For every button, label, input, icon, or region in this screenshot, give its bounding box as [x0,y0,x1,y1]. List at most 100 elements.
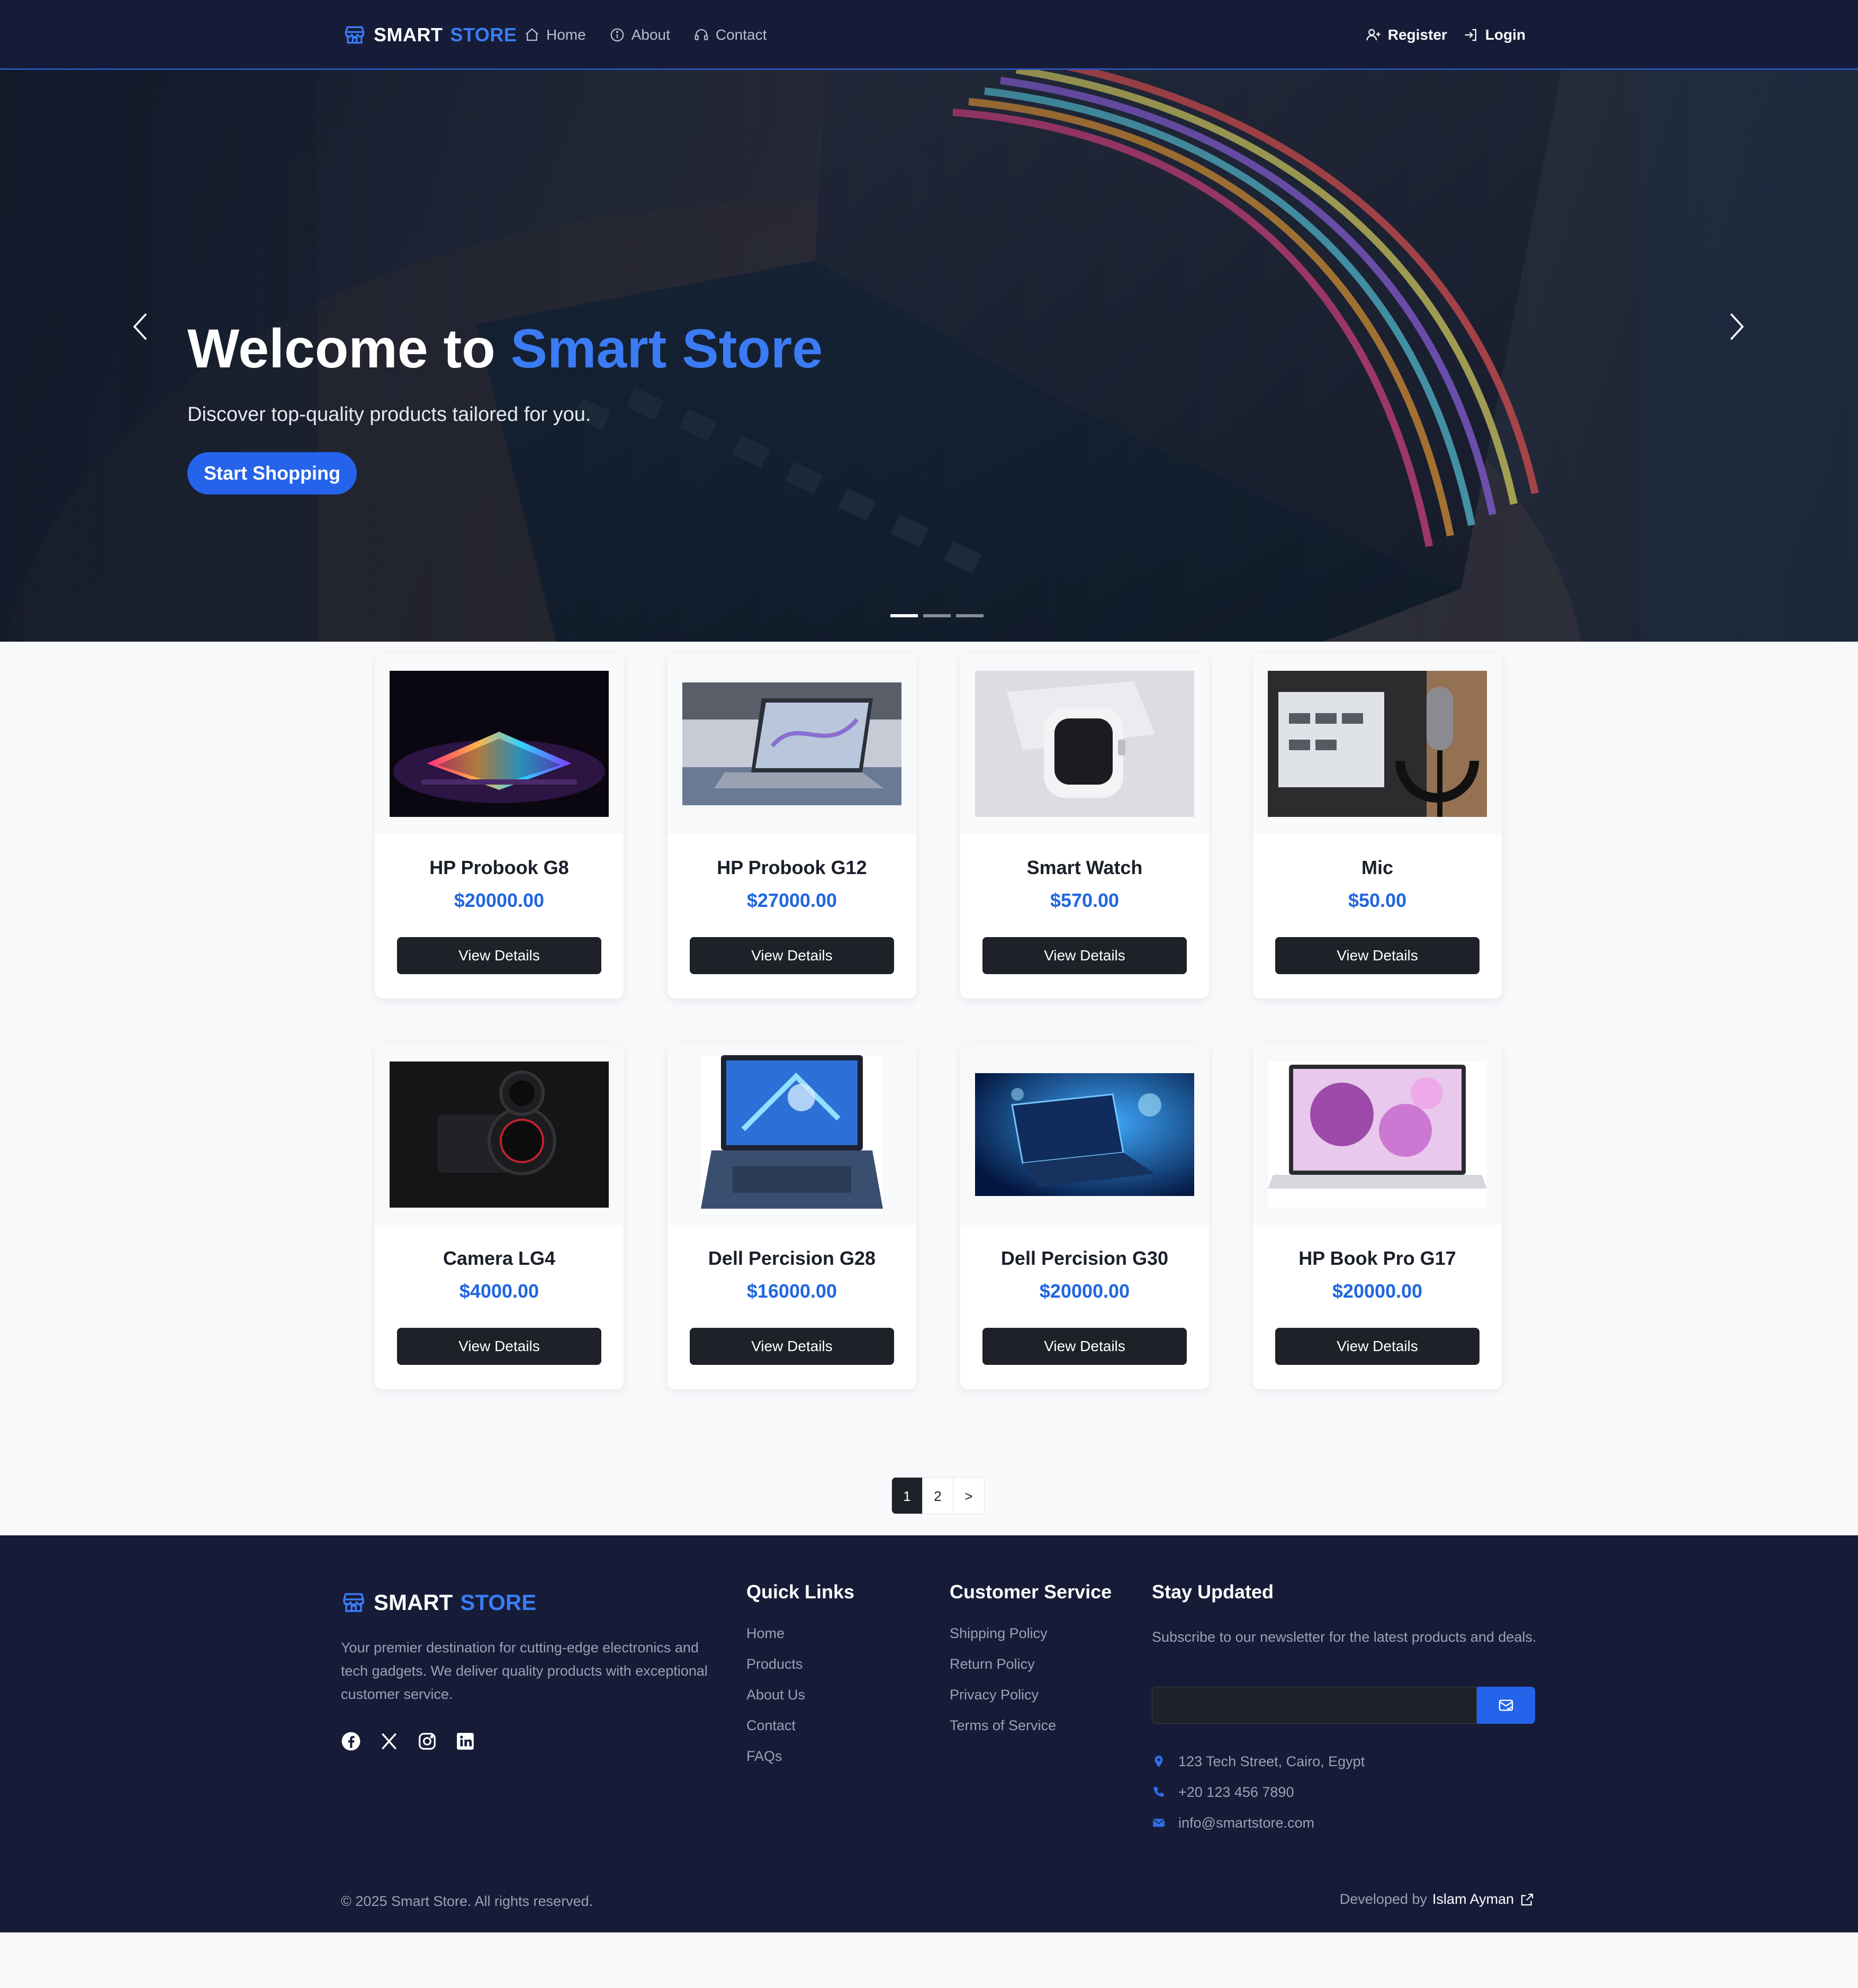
view-details-button[interactable]: View Details [982,1328,1187,1365]
product-image[interactable] [960,653,1209,834]
navbar: SMART STORE Home About Contact Register … [0,0,1858,70]
carousel-prev-button[interactable] [125,303,157,350]
product-price: $50.00 [1348,889,1407,911]
nav-home[interactable]: Home [524,26,586,43]
product-name[interactable]: HP Book Pro G17 [1253,1247,1502,1270]
contact-address-text: 123 Tech Street, Cairo, Egypt [1178,1753,1365,1769]
view-details-button[interactable]: View Details [690,1328,894,1365]
product-card[interactable]: Dell Percision G28 $16000.00 View Detail… [668,1044,916,1389]
developed-by-label: Developed by [1339,1891,1427,1907]
facebook-icon[interactable] [341,1731,361,1751]
footer-brand[interactable]: SMART STORE [341,1588,536,1617]
product-price: $27000.00 [746,889,837,911]
external-link-icon[interactable] [1519,1892,1535,1908]
view-details-button[interactable]: View Details [397,1328,601,1365]
envelope-icon [1152,1819,1165,1827]
pagination: 1 2 > [891,1477,985,1514]
product-card[interactable]: Dell Percision G30 $20000.00 View Detail… [960,1044,1209,1389]
nav-about[interactable]: About [609,26,670,43]
product-name[interactable]: Camera LG4 [375,1247,624,1270]
laptop-image [701,1055,883,1214]
developer-link[interactable]: Islam Ayman [1432,1891,1514,1908]
product-card[interactable]: HP Probook G8 $20000.00 View Details [375,653,624,999]
brand-accent: STORE [450,24,517,46]
product-image[interactable] [1253,1044,1502,1225]
newsletter-subscribe-button[interactable] [1477,1687,1535,1724]
carousel-next-button[interactable] [1720,303,1752,350]
contact-address: 123 Tech Street, Cairo, Egypt [1152,1746,1365,1777]
store-icon [343,1593,364,1612]
social-links [341,1731,475,1751]
product-image[interactable] [375,653,624,834]
quick-links-list: Home Products About Us Contact FAQs [746,1625,805,1779]
product-name[interactable]: Smart Watch [960,857,1209,879]
product-image[interactable] [668,1044,916,1225]
product-card[interactable]: HP Book Pro G17 $20000.00 View Details [1253,1044,1502,1389]
page-2-button[interactable]: 2 [923,1478,953,1514]
view-details-button[interactable]: View Details [690,937,894,974]
view-details-button[interactable]: View Details [1275,937,1480,974]
hero-subtitle: Discover top-quality products tailored f… [187,403,591,426]
nav-home-label: Home [546,26,586,43]
footer-link-about[interactable]: About Us [746,1687,805,1717]
carousel-indicator-2[interactable] [923,614,951,617]
nav-contact[interactable]: Contact [693,26,767,43]
product-name[interactable]: Dell Percision G28 [668,1247,916,1270]
laptop-image [682,682,901,805]
footer-link-terms[interactable]: Terms of Service [950,1717,1056,1748]
chevron-left-icon [133,313,147,340]
carousel-indicator-3[interactable] [956,614,984,617]
footer-link-contact[interactable]: Contact [746,1717,805,1748]
product-price: $20000.00 [1039,1280,1130,1302]
linkedin-icon[interactable] [455,1731,475,1751]
product-price: $570.00 [1050,889,1120,911]
footer-link-home[interactable]: Home [746,1625,805,1656]
product-image[interactable] [1253,653,1502,834]
envelope-check-icon [1499,1699,1513,1711]
copyright-text: © 2025 Smart Store. All rights reserved. [341,1893,593,1909]
register-link[interactable]: Register [1366,26,1447,43]
view-details-button[interactable]: View Details [1275,1328,1480,1365]
home-icon [526,28,538,41]
instagram-icon[interactable] [417,1731,437,1751]
hero-carousel: Welcome to Smart Store Discover top-qual… [0,70,1858,642]
nav-contact-label: Contact [715,26,767,43]
footer-link-shipping[interactable]: Shipping Policy [950,1625,1056,1656]
product-price: $4000.00 [459,1280,539,1302]
product-name[interactable]: Dell Percision G30 [960,1247,1209,1270]
footer-link-products[interactable]: Products [746,1656,805,1687]
chevron-right-icon [1730,313,1744,340]
laptop-image [975,1073,1194,1196]
footer-link-return[interactable]: Return Policy [950,1656,1056,1687]
view-details-button[interactable]: View Details [397,937,601,974]
brand-logo[interactable]: SMART STORE [343,21,517,49]
start-shopping-button[interactable]: Start Shopping [187,452,357,494]
camera-image [390,1062,609,1208]
page-1-button[interactable]: 1 [892,1478,923,1514]
customer-service-title: Customer Service [950,1581,1112,1603]
footer-brand-primary: SMART [374,1590,453,1615]
product-image[interactable] [668,653,916,834]
product-name[interactable]: Mic [1253,857,1502,879]
footer-link-privacy[interactable]: Privacy Policy [950,1687,1056,1717]
product-card[interactable]: Camera LG4 $4000.00 View Details [375,1044,624,1389]
product-card[interactable]: Smart Watch $570.00 View Details [960,653,1209,999]
carousel-indicator-1[interactable] [890,614,918,617]
product-price: $16000.00 [746,1280,837,1302]
login-link[interactable]: Login [1463,26,1526,43]
product-image[interactable] [375,1044,624,1225]
product-image[interactable] [960,1044,1209,1225]
footer-link-faqs[interactable]: FAQs [746,1748,805,1779]
quick-links-title: Quick Links [746,1581,855,1603]
newsletter-email-input[interactable] [1152,1687,1477,1724]
product-name[interactable]: HP Probook G12 [668,857,916,879]
product-card[interactable]: HP Probook G12 $27000.00 View Details [668,653,916,999]
footer-about: Your premier destination for cutting-edg… [341,1640,708,1702]
product-card[interactable]: Mic $50.00 View Details [1253,653,1502,999]
hero-title: Welcome to Smart Store [187,319,823,379]
view-details-button[interactable]: View Details [982,937,1187,974]
product-name[interactable]: HP Probook G8 [375,857,624,879]
carousel-indicators [890,614,984,617]
next-page-button[interactable]: > [953,1478,984,1514]
x-icon[interactable] [379,1731,399,1751]
